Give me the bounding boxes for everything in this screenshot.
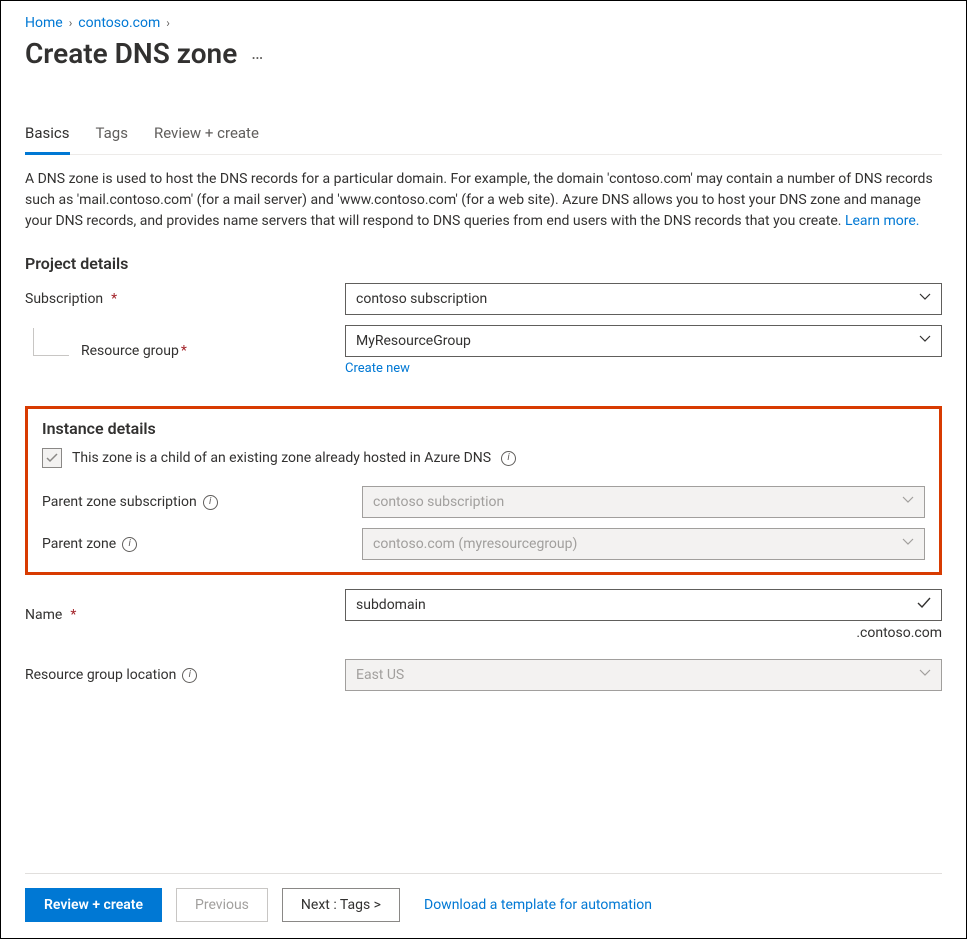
parent-zone-select: contoso.com (myresourcegroup) — [362, 528, 925, 560]
next-button[interactable]: Next : Tags > — [282, 888, 400, 922]
required-indicator: * — [111, 291, 117, 307]
create-new-resource-group-link[interactable]: Create new — [345, 361, 410, 376]
subscription-label: Subscription — [25, 291, 103, 307]
subscription-select[interactable]: contoso subscription — [345, 283, 942, 315]
resource-group-select[interactable]: MyResourceGroup — [345, 325, 942, 357]
name-input[interactable]: subdomain — [345, 589, 942, 621]
instance-details-highlight: Instance details This zone is a child of… — [25, 406, 942, 575]
info-icon[interactable]: i — [203, 495, 218, 510]
chevron-right-icon: › — [166, 16, 170, 30]
resource-group-value: MyResourceGroup — [356, 333, 471, 349]
section-instance-details: Instance details — [42, 419, 925, 438]
breadcrumb-contoso[interactable]: contoso.com — [78, 15, 160, 31]
description-text: A DNS zone is used to host the DNS recor… — [25, 169, 935, 232]
subscription-value: contoso subscription — [356, 291, 487, 307]
resource-group-label: Resource group — [81, 343, 179, 359]
resource-group-location-select: East US — [345, 659, 942, 691]
parent-zone-value: contoso.com (myresourcegroup) — [373, 536, 577, 552]
parent-subscription-value: contoso subscription — [373, 494, 504, 510]
parent-subscription-select: contoso subscription — [362, 486, 925, 518]
resource-group-location-label: Resource group location — [25, 667, 176, 683]
name-label: Name — [25, 607, 62, 623]
tab-basics[interactable]: Basics — [25, 118, 70, 155]
child-zone-checkbox[interactable] — [42, 448, 62, 468]
info-icon[interactable]: i — [182, 668, 197, 683]
parent-zone-label: Parent zone — [42, 536, 116, 552]
resource-group-location-value: East US — [356, 667, 404, 683]
learn-more-link[interactable]: Learn more. — [845, 213, 920, 229]
info-icon[interactable]: i — [501, 451, 516, 466]
tabs: Basics Tags Review + create — [25, 118, 942, 155]
more-actions-button[interactable]: … — [251, 43, 265, 64]
name-value: subdomain — [356, 597, 426, 613]
info-icon[interactable]: i — [122, 537, 137, 552]
tab-review-create[interactable]: Review + create — [154, 118, 259, 154]
tree-connector — [33, 328, 69, 356]
download-template-link[interactable]: Download a template for automation — [424, 897, 652, 913]
required-indicator: * — [70, 607, 76, 623]
child-zone-label: This zone is a child of an existing zone… — [72, 450, 491, 466]
chevron-down-icon — [902, 494, 914, 510]
tab-tags[interactable]: Tags — [96, 118, 128, 154]
breadcrumb-home[interactable]: Home — [25, 15, 63, 31]
review-create-button[interactable]: Review + create — [25, 888, 162, 922]
footer: Review + create Previous Next : Tags > D… — [25, 873, 942, 922]
page-title: Create DNS zone — [25, 37, 237, 70]
chevron-down-icon — [919, 291, 931, 307]
chevron-right-icon: › — [69, 16, 73, 30]
parent-subscription-label: Parent zone subscription — [42, 494, 197, 510]
breadcrumb: Home › contoso.com › — [25, 15, 942, 31]
previous-button: Previous — [176, 888, 268, 922]
chevron-down-icon — [902, 536, 914, 552]
checkmark-icon — [917, 596, 931, 614]
section-project-details: Project details — [25, 254, 942, 273]
name-suffix: .contoso.com — [856, 625, 942, 641]
required-indicator: * — [181, 343, 187, 359]
chevron-down-icon — [919, 333, 931, 349]
chevron-down-icon — [919, 667, 931, 683]
